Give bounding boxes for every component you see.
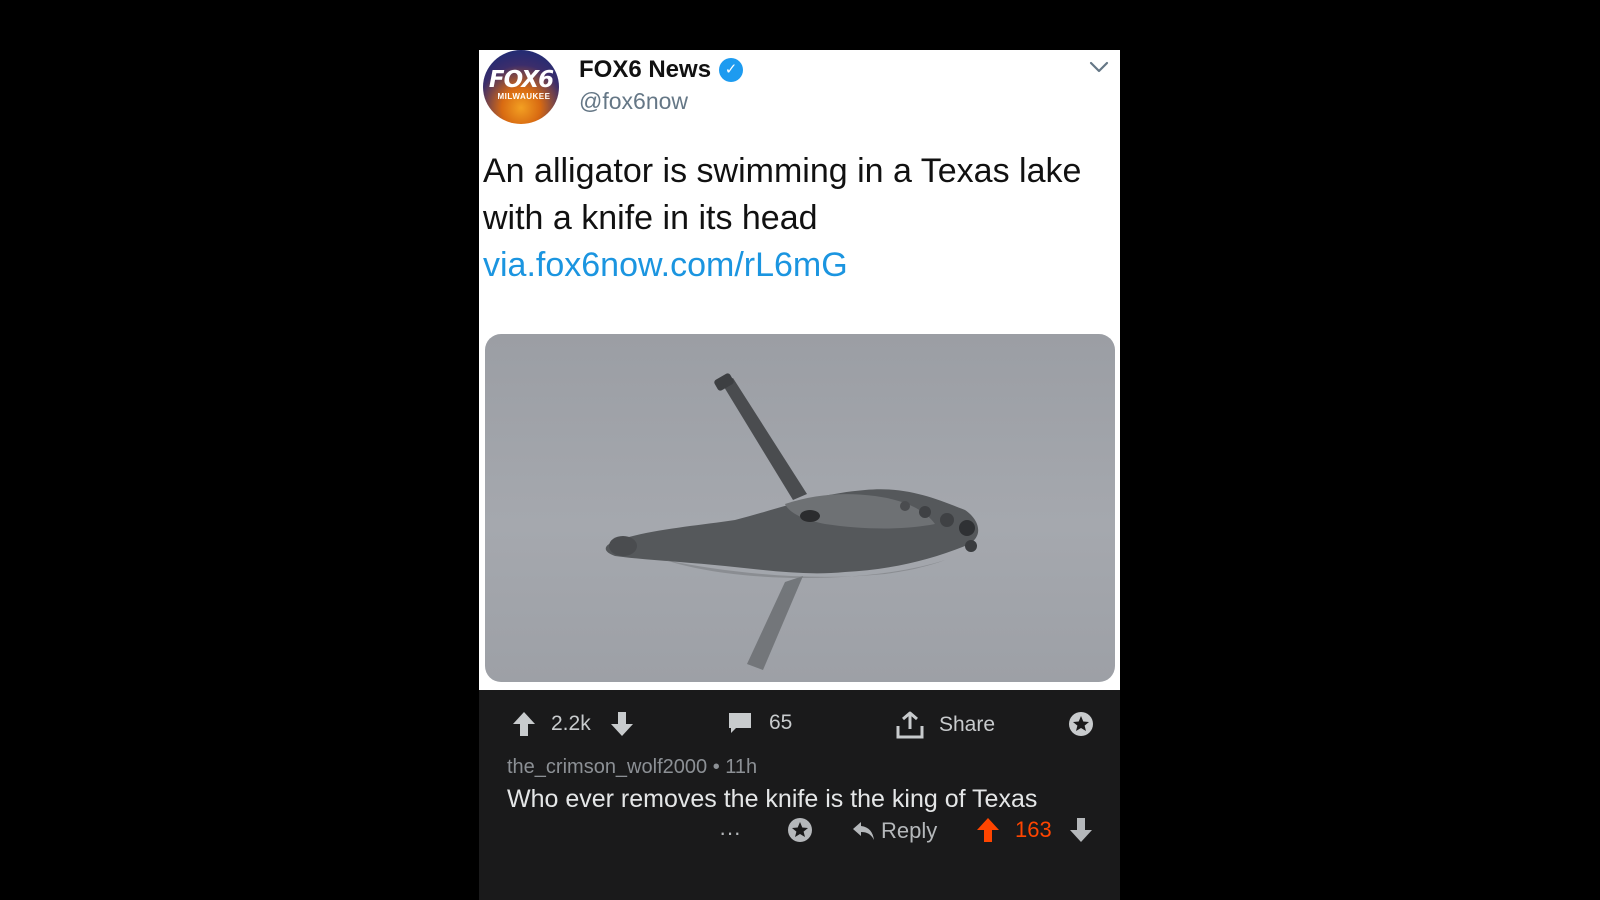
tweet-image[interactable]: [485, 334, 1115, 682]
share-label: Share: [939, 713, 996, 736]
post-footer: 2.2k 65 Share the_crimson_wolf2000 • 11h…: [479, 690, 1120, 900]
comment-count: 65: [769, 711, 793, 734]
display-name[interactable]: FOX6 News: [579, 56, 711, 84]
avatar[interactable]: FOX6 MILWAUKEE: [483, 50, 559, 124]
comment-text: Who ever removes the knife is the king o…: [507, 785, 1038, 813]
verified-badge-icon: ✓: [719, 58, 744, 82]
comments-button[interactable]: 65: [727, 710, 792, 736]
share-icon: [896, 711, 924, 739]
reply-button[interactable]: Reply: [851, 818, 937, 844]
share-button[interactable]: Share: [895, 710, 995, 740]
upvote-arrow-icon[interactable]: [975, 816, 1001, 844]
more-options-button[interactable]: ···: [719, 820, 741, 846]
upvote-arrow-icon[interactable]: [511, 710, 537, 738]
reply-label: Reply: [881, 818, 938, 843]
reply-arrow-icon: [853, 822, 874, 840]
user-handle[interactable]: @fox6now: [579, 88, 688, 115]
comment-meta: the_crimson_wolf2000 • 11h: [507, 756, 1107, 779]
chevron-down-icon[interactable]: [1088, 58, 1110, 76]
award-icon: [1069, 712, 1093, 736]
comment-age: 11h: [725, 756, 758, 778]
tweet-text: An alligator is swimming in a Texas lake…: [483, 148, 1113, 289]
downvote-arrow-icon[interactable]: [1068, 816, 1094, 844]
alligator-photo-icon: [605, 373, 979, 670]
downvote-arrow-icon[interactable]: [609, 710, 635, 738]
author-row: FOX6 News ✓: [579, 56, 744, 84]
comment-vote-group: 163: [975, 816, 1094, 844]
avatar-logo-text: FOX6: [488, 67, 554, 93]
comment-author[interactable]: the_crimson_wolf2000: [507, 756, 707, 778]
comment-award-button[interactable]: [786, 816, 814, 844]
vote-group: 2.2k: [511, 710, 635, 738]
award-button[interactable]: [1067, 710, 1095, 738]
tweet-body: An alligator is swimming in a Texas lake…: [483, 152, 1082, 237]
comment-icon: [729, 713, 751, 733]
avatar-logo-subtext: MILWAUKEE: [497, 92, 551, 101]
upvote-count: 2.2k: [551, 712, 591, 735]
tweet-link[interactable]: via.fox6now.com/rL6mG: [483, 242, 1113, 289]
award-icon: [788, 818, 812, 842]
post-card: FOX6 MILWAUKEE FOX6 News ✓ @fox6now An a…: [479, 50, 1120, 900]
meta-separator: •: [712, 756, 720, 778]
post-actions: 2.2k 65 Share: [479, 690, 1120, 760]
comment-actions: ··· Reply 163: [479, 816, 1120, 858]
embedded-tweet: FOX6 MILWAUKEE FOX6 News ✓ @fox6now An a…: [479, 50, 1120, 690]
comment: the_crimson_wolf2000 • 11h Who ever remo…: [507, 756, 1107, 814]
comment-score: 163: [1015, 817, 1052, 842]
